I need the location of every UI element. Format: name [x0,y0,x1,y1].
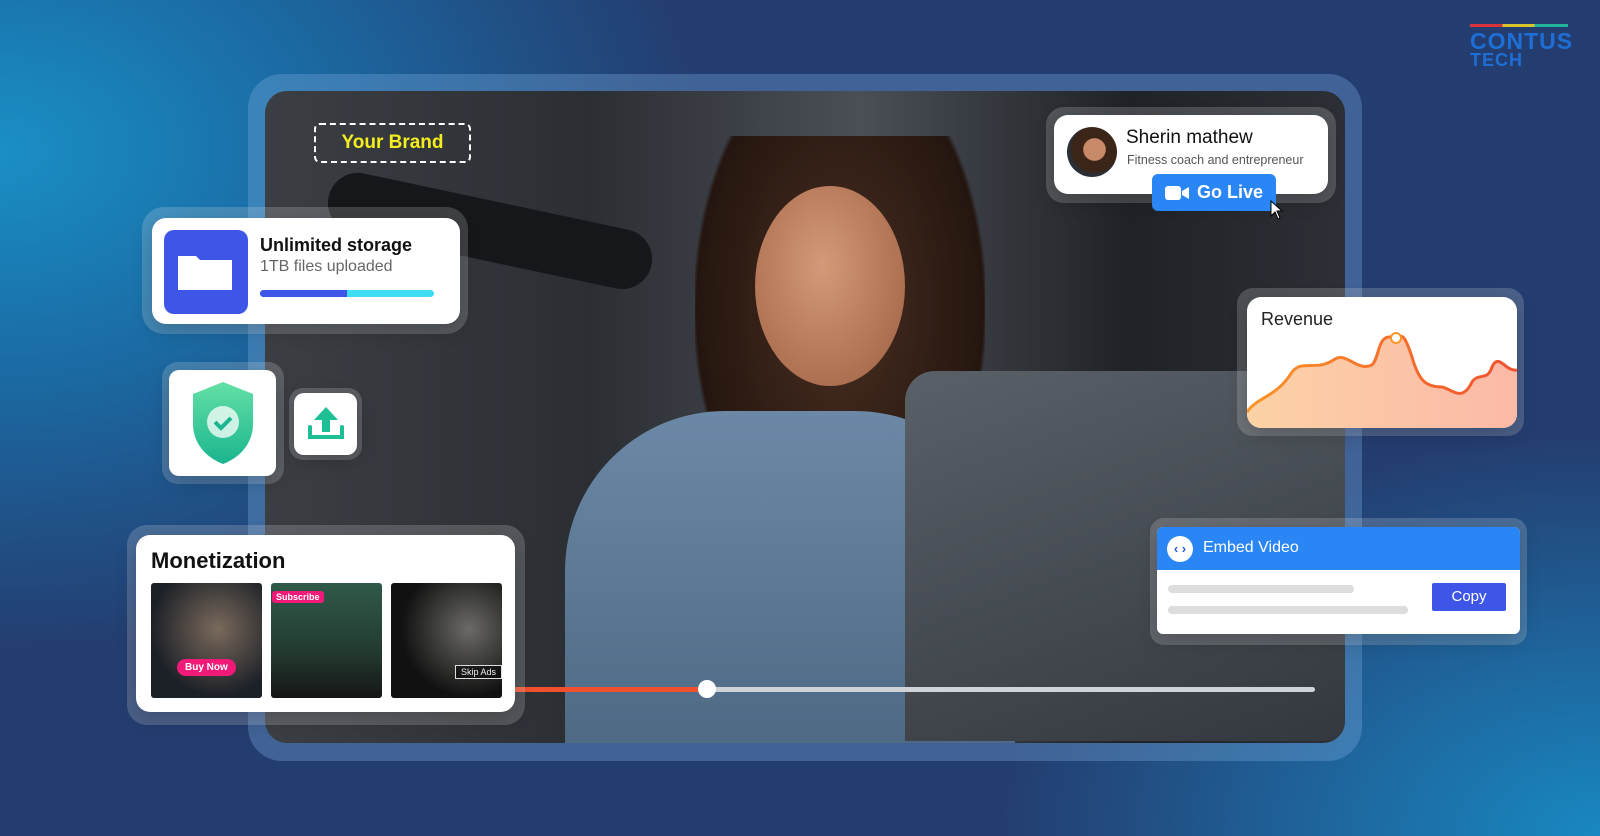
embed-header: ‹ › Embed Video [1157,527,1520,570]
go-live-button[interactable]: Go Live [1152,174,1276,211]
video-camera-icon [1164,185,1189,200]
brand-placeholder[interactable]: Your Brand [314,123,471,163]
contus-tech-logo: CONTUS TECH [1470,24,1574,70]
thumbnail-teacher[interactable]: Subscribe [271,583,382,698]
monetization-card: Monetization Buy Now Subscribe Skip Ads [136,535,515,712]
person-face [755,186,905,386]
subscribe-badge[interactable]: Subscribe [272,591,324,603]
thumbnail-film[interactable]: Skip Ads [391,583,502,698]
revenue-peak-marker [1390,332,1402,344]
profile-subtitle: Fitness coach and entrepreneur [1127,153,1304,167]
storage-progress [260,290,434,297]
logo-line1: CONTUS [1470,28,1574,54]
copy-button[interactable]: Copy [1432,583,1506,611]
storage-subtitle: 1TB files uploaded [260,258,393,275]
go-live-label: Go Live [1196,182,1263,202]
storage-title: Unlimited storage [260,235,413,255]
cursor-icon [1270,200,1284,220]
code-icon: ‹ › [1167,536,1193,562]
monetization-title: Monetization [151,548,286,573]
security-card [169,370,276,476]
revenue-card: Revenue [1247,297,1517,428]
thumbnail-fitness[interactable]: Buy Now [151,583,262,698]
revenue-sparkline [1247,332,1517,428]
avatar [1067,127,1117,177]
embed-title: Embed Video [1203,539,1299,556]
storage-card: Unlimited storage 1TB files uploaded [152,218,460,324]
folder-icon [164,230,248,314]
upload-button[interactable] [294,393,357,455]
buy-now-badge[interactable]: Buy Now [177,659,236,676]
upload-icon [308,407,344,439]
logo-line2: TECH [1470,50,1523,70]
profile-name: Sherin mathew [1126,127,1253,148]
shield-check-icon [193,382,253,464]
embed-code-line [1168,585,1354,593]
embed-code-line [1168,606,1408,614]
skip-ads-badge[interactable]: Skip Ads [454,665,502,679]
embed-card: ‹ › Embed Video Copy [1157,527,1520,634]
